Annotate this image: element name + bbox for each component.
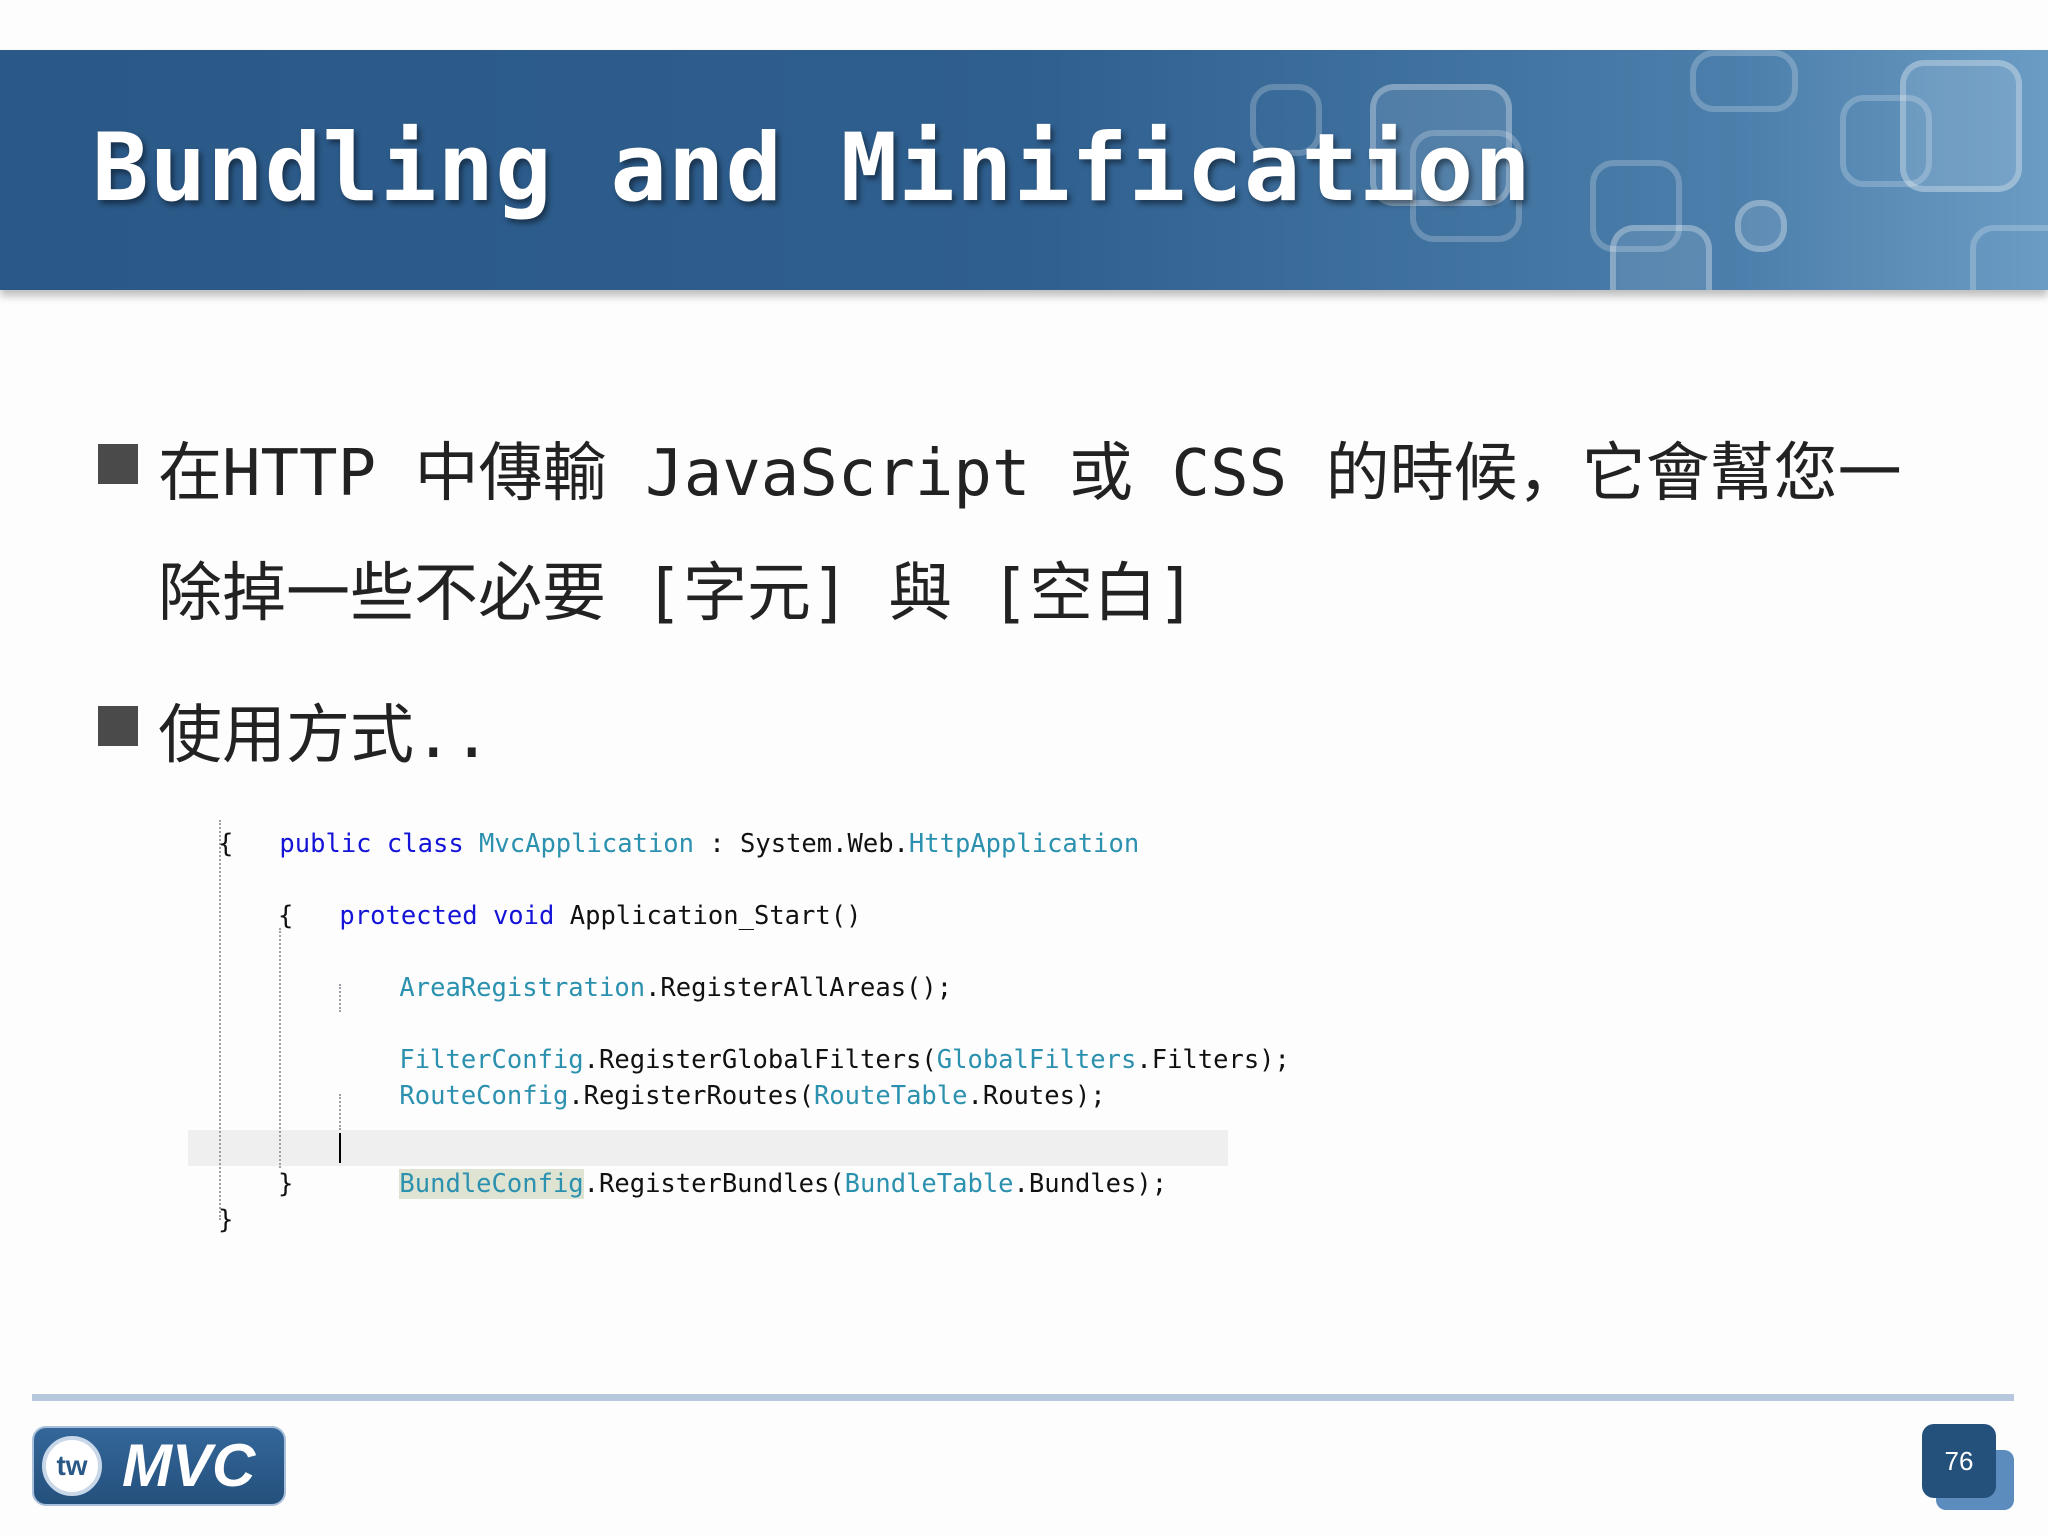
title-banner: Bundling and Minification xyxy=(0,50,2048,290)
decor-square xyxy=(1970,225,2048,290)
bullet-line: 在HTTP 中傳輸 JavaScript 或 CSS 的時候，它會幫您一 xyxy=(158,437,1902,511)
text-caret xyxy=(339,1133,341,1163)
square-bullet-icon xyxy=(98,706,138,746)
twmvc-logo: tw MVC xyxy=(32,1426,286,1506)
bullet-item: 使用方式.. xyxy=(98,676,491,796)
decor-square xyxy=(1610,225,1712,290)
bullet-line: 使用方式.. xyxy=(158,699,492,773)
logo-badge-text: tw xyxy=(56,1450,88,1481)
decor-square xyxy=(1900,60,2022,192)
logo-text: MVC xyxy=(122,1432,256,1499)
code-line: { xyxy=(218,829,234,859)
slide-title: Bundling and Minification xyxy=(92,114,1532,223)
code-line-highlighted: BundleConfig.RegisterBundles(BundleTable… xyxy=(399,1169,1168,1199)
code-line: } xyxy=(278,1169,294,1199)
decor-square xyxy=(1735,200,1787,252)
footer-divider xyxy=(32,1394,2014,1401)
bullet-line: 除掉一些不必要 [字元] 與 [空白] xyxy=(158,557,1196,631)
bullet-item: 在HTTP 中傳輸 JavaScript 或 CSS 的時候，它會幫您一 除掉一… xyxy=(98,414,1902,654)
decor-square xyxy=(1690,50,1798,112)
code-line: { xyxy=(278,901,294,931)
code-line: } xyxy=(218,1205,234,1235)
page-number: 76 xyxy=(1922,1424,1996,1498)
logo-badge: tw xyxy=(42,1436,102,1496)
square-bullet-icon xyxy=(98,444,138,484)
code-snippet: public class MvcApplication : System.Web… xyxy=(188,790,1290,1240)
bullet-text: 在HTTP 中傳輸 JavaScript 或 CSS 的時候，它會幫您一 除掉一… xyxy=(158,414,1902,654)
